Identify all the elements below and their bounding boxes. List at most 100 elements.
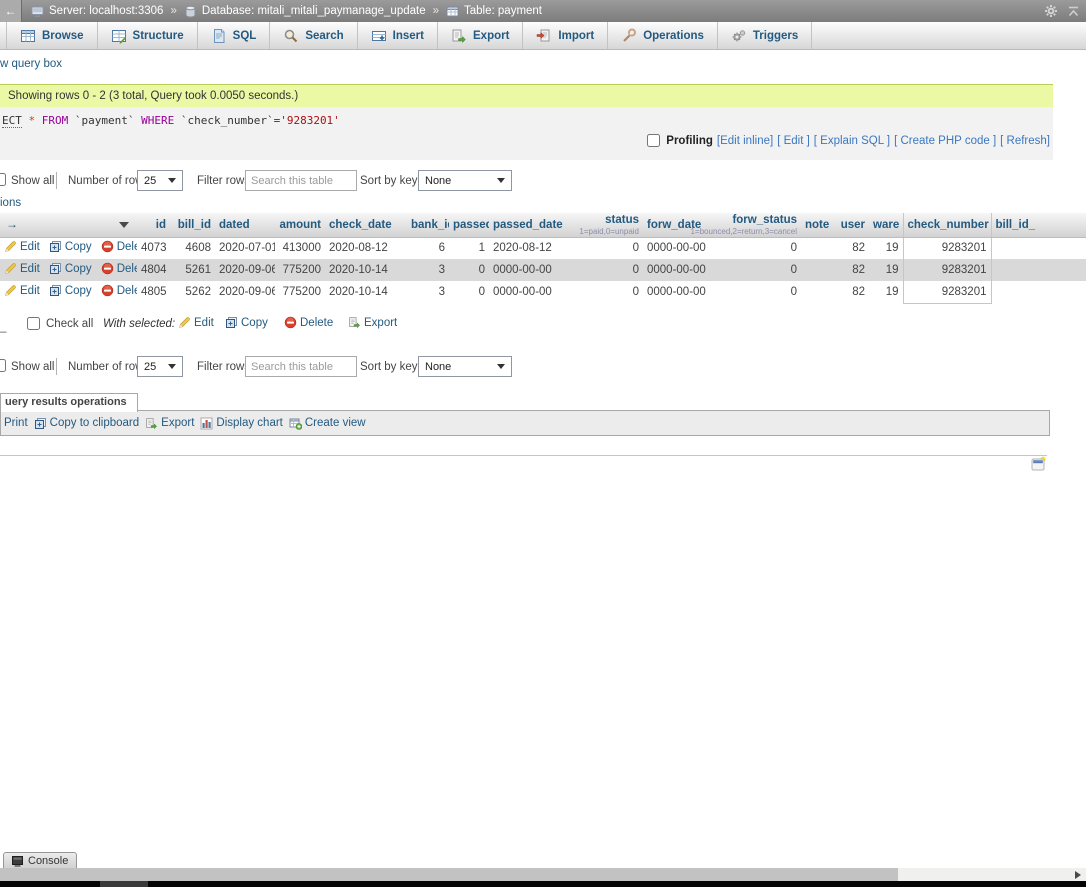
transpose-arrow-icon[interactable]: → xyxy=(6,217,18,231)
scrollbar-right-arrow[interactable] xyxy=(1075,871,1081,879)
row-delete-button[interactable]: Delete xyxy=(101,240,137,253)
row-edit-button[interactable]: Edit xyxy=(4,262,40,275)
filter-rows-input[interactable] xyxy=(245,170,357,191)
create-view-button[interactable]: Create view xyxy=(289,417,366,430)
cell-forw_status: 0 xyxy=(723,259,801,281)
edit-link[interactable]: [ Edit ] xyxy=(777,135,810,147)
collapse-panel-icon[interactable] xyxy=(1067,5,1080,18)
query-results-operations: Print Copy to clipboard Export Display c… xyxy=(0,410,1050,436)
column-header-passed[interactable]: passed xyxy=(449,213,489,237)
profiling-checkbox[interactable] xyxy=(647,134,660,147)
tab-import[interactable]: Import xyxy=(523,22,608,49)
breadcrumb-server[interactable]: Server: localhost:3306 xyxy=(49,5,163,17)
print-button[interactable]: Print xyxy=(4,417,28,429)
horizontal-scrollbar[interactable] xyxy=(0,868,1086,881)
tab-search[interactable]: Search xyxy=(270,22,357,49)
copy-to-clipboard-button[interactable]: Copy to clipboard xyxy=(34,417,140,430)
number-of-rows-select[interactable]: 25 xyxy=(137,356,183,377)
copy-to-clipboard-label: Copy to clipboard xyxy=(50,417,140,429)
column-header-dated[interactable]: dated xyxy=(215,213,275,237)
column-header-label: passed xyxy=(449,219,489,231)
page-settings-icon[interactable] xyxy=(1031,456,1046,472)
with-selected-export-button[interactable]: Export xyxy=(348,316,397,329)
scrollbar-thumb[interactable] xyxy=(0,868,898,881)
row-copy-button[interactable]: Copy xyxy=(49,240,92,253)
settings-gear-icon[interactable] xyxy=(1044,4,1058,18)
create-php-code-link[interactable]: [ Create PHP code ] xyxy=(894,135,996,147)
breadcrumb: Server: localhost:3306 » Database: mital… xyxy=(31,5,542,18)
options-link[interactable]: ions xyxy=(0,197,21,209)
column-header-passed_date[interactable]: passed_date xyxy=(489,213,581,237)
sort-by-key-label: Sort by key: xyxy=(360,361,421,373)
divider xyxy=(56,172,57,189)
tab-triggers[interactable]: Triggers xyxy=(718,22,812,49)
row-copy-button[interactable]: Copy xyxy=(49,284,92,297)
pagination-controls-top: Show all Number of rows: 25 Filter rows:… xyxy=(0,168,640,194)
tab-label: Export xyxy=(473,30,509,42)
sort-by-key-select[interactable]: None xyxy=(418,170,512,191)
column-header-label: amount xyxy=(275,219,325,231)
column-header-label: forw_status xyxy=(723,214,801,226)
edit-inline-link[interactable]: [Edit inline] xyxy=(717,135,773,147)
show-all-checkbox[interactable] xyxy=(0,359,6,372)
row-copy-button[interactable]: Copy xyxy=(49,262,92,275)
with-selected-copy-button[interactable]: Copy xyxy=(225,316,268,329)
tab-operations[interactable]: Operations xyxy=(608,22,718,49)
chevron-down-icon xyxy=(168,178,176,183)
column-header-bill_id[interactable]: bill_id xyxy=(170,213,215,237)
browse-icon xyxy=(20,28,36,44)
show-all-label: Show all xyxy=(11,361,54,373)
explain-sql-link[interactable]: [ Explain SQL ] xyxy=(814,135,890,147)
tab-label: Import xyxy=(558,30,594,42)
console-label: Console xyxy=(28,855,68,867)
display-chart-button[interactable]: Display chart xyxy=(200,417,282,430)
import-icon xyxy=(536,28,552,44)
back-button[interactable]: ← xyxy=(0,0,22,22)
refresh-link[interactable]: [ Refresh] xyxy=(1000,135,1050,147)
copy-icon xyxy=(225,316,238,329)
sql-query: ECT * FROM `payment` WHERE `check_number… xyxy=(2,114,1053,127)
column-header-user[interactable]: user xyxy=(833,213,869,237)
triggers-icon xyxy=(731,28,747,44)
row-edit-button[interactable]: Edit xyxy=(4,240,40,253)
column-header-label: status xyxy=(581,214,643,226)
check-all-checkbox[interactable] xyxy=(27,317,40,330)
column-header-status[interactable]: status1=paid,0=unpaid xyxy=(581,213,643,237)
column-header-label: check_number xyxy=(904,219,991,231)
breadcrumb-table[interactable]: Table: payment xyxy=(464,5,542,17)
with-selected-edit-button[interactable]: Edit xyxy=(178,316,214,329)
filter-rows-input[interactable] xyxy=(245,356,357,377)
export-button[interactable]: Export xyxy=(145,417,194,430)
sql-icon xyxy=(211,28,227,44)
show-all-checkbox[interactable] xyxy=(0,173,6,186)
tab-browse[interactable]: Browse xyxy=(6,22,98,49)
tab-structure[interactable]: Structure xyxy=(98,22,198,49)
column-header-amount[interactable]: amount xyxy=(275,213,325,237)
column-header-id[interactable]: id xyxy=(137,213,170,237)
row-edit-button[interactable]: Edit xyxy=(4,284,40,297)
cell-passed: 0 xyxy=(449,259,489,281)
cell-passed_date: 0000-00-00 xyxy=(489,259,581,281)
column-header-ware[interactable]: ware xyxy=(869,213,903,237)
sort-options-icon[interactable] xyxy=(119,222,129,228)
tab-export[interactable]: Export xyxy=(438,22,523,49)
cell-amount: 775200 xyxy=(275,281,325,303)
column-header-note[interactable]: note xyxy=(801,213,833,237)
with-selected-delete-button[interactable]: Delete xyxy=(284,316,333,329)
column-header-check_number[interactable]: check_number xyxy=(903,213,991,237)
column-header-check_date[interactable]: check_date xyxy=(325,213,407,237)
breadcrumb-separator: » xyxy=(170,5,176,17)
sort-by-key-select[interactable]: None xyxy=(418,356,512,377)
column-header-bank_id[interactable]: bank_id xyxy=(407,213,449,237)
row-delete-button[interactable]: Delete xyxy=(101,262,137,275)
number-of-rows-select[interactable]: 25 xyxy=(137,170,183,191)
tab-insert[interactable]: Insert xyxy=(358,22,438,49)
breadcrumb-database[interactable]: Database: mitali_mitali_paymanage_update xyxy=(202,5,426,17)
show-query-box-link[interactable]: w query box xyxy=(0,58,62,70)
column-header-bill_id_2[interactable]: bill_id_ xyxy=(991,213,1086,237)
table-row: EditCopyDelete407346082020-07-0141300020… xyxy=(0,237,1086,259)
row-delete-button[interactable]: Delete xyxy=(101,284,137,297)
tab-sql[interactable]: SQL xyxy=(198,22,271,49)
column-header-forw_status[interactable]: forw_status1=bounced,2=return,3=cancel xyxy=(723,213,801,237)
cell-note xyxy=(801,281,833,303)
